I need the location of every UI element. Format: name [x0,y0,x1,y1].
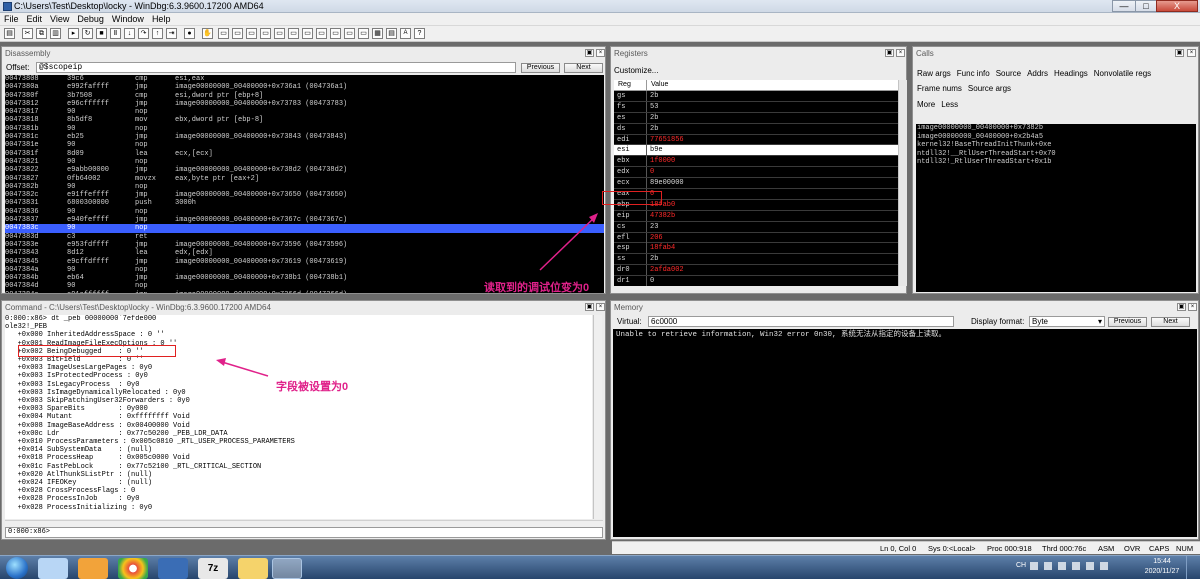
register-annotation: 读取到的调试位变为0 [484,282,590,294]
arrow-to-field [221,361,269,377]
field-annotation: 字段被设置为0 [276,381,349,393]
annotation-arrows [216,213,598,377]
arrow-head [216,358,226,366]
arrow-to-eax [539,215,597,271]
